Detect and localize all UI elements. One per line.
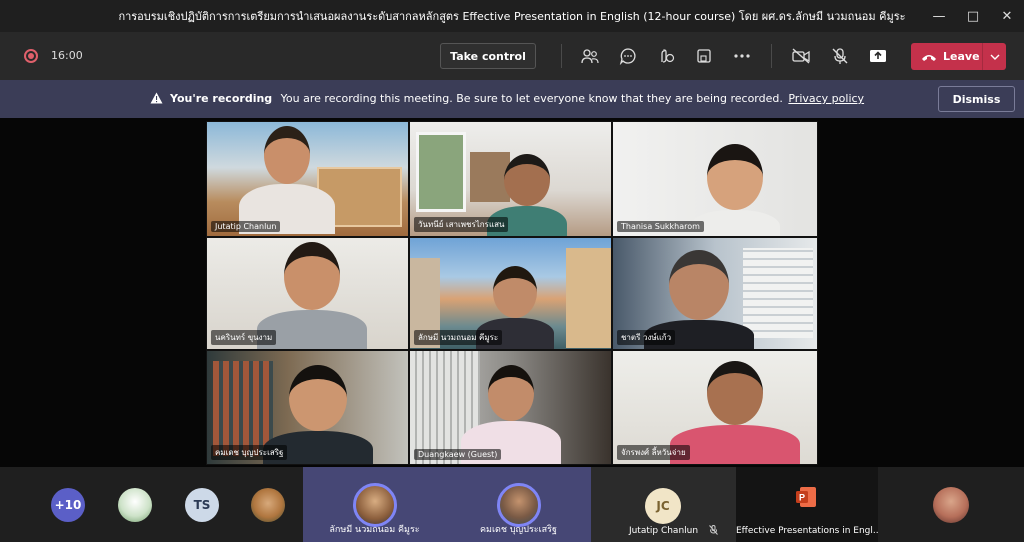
avatar[interactable] [251,488,285,522]
window-title: การอบรมเชิงปฏิบัติการการเตรียมการนำเสนอผ… [118,10,906,23]
avatar [353,483,397,527]
participant-name: นครินทร์ ขุนงาม [211,330,277,345]
video-tile[interactable]: Duangkaew (Guest) [409,350,612,465]
video-background [416,132,466,212]
avatar: JC [645,488,681,524]
avatar [497,483,541,527]
participant-name: Thanisa Sukkharom [617,221,704,232]
more-options-icon[interactable] [730,44,754,68]
svg-text:P: P [799,493,805,503]
presentation-title: Effective Presentations in Engl... [736,526,878,536]
participant-tile[interactable]: คมเดช บุญประเสริฐ [446,467,591,542]
toolbar-divider [771,44,772,68]
participant-name: วันทนีย์ เสาเพชรไกรแสน [414,217,509,232]
share-tray-icon[interactable] [692,44,716,68]
leave-button[interactable]: Leave [911,43,1006,70]
participant-strip: +10 TS ลักษมี นวมถนอม คีมูระ คมเดช บุญปร… [0,467,1024,542]
participant-video [239,126,336,234]
mic-off-icon [709,525,718,535]
participant-name: คมเดช บุญประเสริฐ [480,525,557,535]
reactions-icon[interactable] [654,44,678,68]
video-tile[interactable]: Thanisa Sukkharom [612,121,818,237]
participant-name: Duangkaew (Guest) [414,449,502,460]
chevron-down-icon[interactable] [982,43,1006,70]
avatar[interactable] [933,487,969,523]
participant-name: จักรพงศ์ ลี้หวันจ่าย [617,445,690,460]
participant-tile[interactable]: JC Jutatip Chanlun [591,467,736,542]
powerpoint-icon: P [796,487,816,507]
meeting-toolbar: 16:00 Take control Leave [0,32,1024,80]
meeting-timer: 16:00 [51,49,83,62]
video-tile[interactable]: คมเดช บุญประเสริฐ [206,350,409,465]
recording-banner: You're recording You are recording this … [0,80,1024,118]
more-participants-badge[interactable]: +10 [51,488,85,522]
video-tile[interactable]: วันทนีย์ เสาเพชรไกรแสน [409,121,612,237]
video-tile[interactable]: Jutatip Chanlun [206,121,409,237]
close-icon[interactable]: ✕ [990,0,1024,32]
recording-heading: You're recording [170,92,273,105]
recording-indicator-icon [24,49,38,63]
participant-tile[interactable]: ลักษมี นวมถนอม คีมูระ [303,467,446,542]
share-screen-icon[interactable] [866,44,890,68]
video-tile[interactable]: จักรพงศ์ ลี้หวันจ่าย [612,350,818,465]
participant-name: คมเดช บุญประเสริฐ [211,445,288,460]
avatar[interactable] [118,488,152,522]
hang-up-icon [922,54,936,61]
video-tile[interactable]: นครินทร์ ขุนงาม [206,237,409,350]
presentation-tile[interactable]: P Effective Presentations in Engl... [736,467,878,542]
participant-name: ลักษมี นวมถนอม คีมูระ [329,525,420,535]
minimize-icon[interactable]: — [922,0,956,32]
mic-off-icon[interactable] [828,44,852,68]
chat-icon[interactable] [616,44,640,68]
avatar[interactable]: TS [185,488,219,522]
recording-notice: You are recording this meeting. Be sure … [280,92,783,105]
video-tile[interactable]: ลักษมี นวมถนอม คีมูระ [409,237,612,350]
window-controls: — □ ✕ [922,0,1024,32]
participant-name: ลักษมี นวมถนอม คีมูระ [414,330,503,345]
video-background [566,248,611,348]
maximize-icon[interactable]: □ [956,0,990,32]
toolbar-divider [561,44,562,68]
participant-name: ชาตรี วงษ์แก้ว [617,330,676,345]
leave-label: Leave [943,50,980,63]
privacy-policy-link[interactable]: Privacy policy [788,92,864,105]
warning-icon [150,92,163,104]
title-bar: การอบรมเชิงปฏิบัติการการเตรียมการนำเสนอผ… [0,0,1024,32]
video-gallery: Jutatip Chanlun วันทนีย์ เสาเพชรไกรแสน T… [0,118,1024,467]
participant-name: Jutatip Chanlun [211,221,281,232]
camera-off-icon[interactable] [789,44,813,68]
take-control-button[interactable]: Take control [440,43,536,69]
dismiss-button[interactable]: Dismiss [938,86,1015,112]
participant-video [670,361,801,464]
video-tile[interactable]: ชาตรี วงษ์แก้ว [612,237,818,350]
recording-message: You're recording You are recording this … [170,92,864,105]
people-icon[interactable] [578,44,602,68]
